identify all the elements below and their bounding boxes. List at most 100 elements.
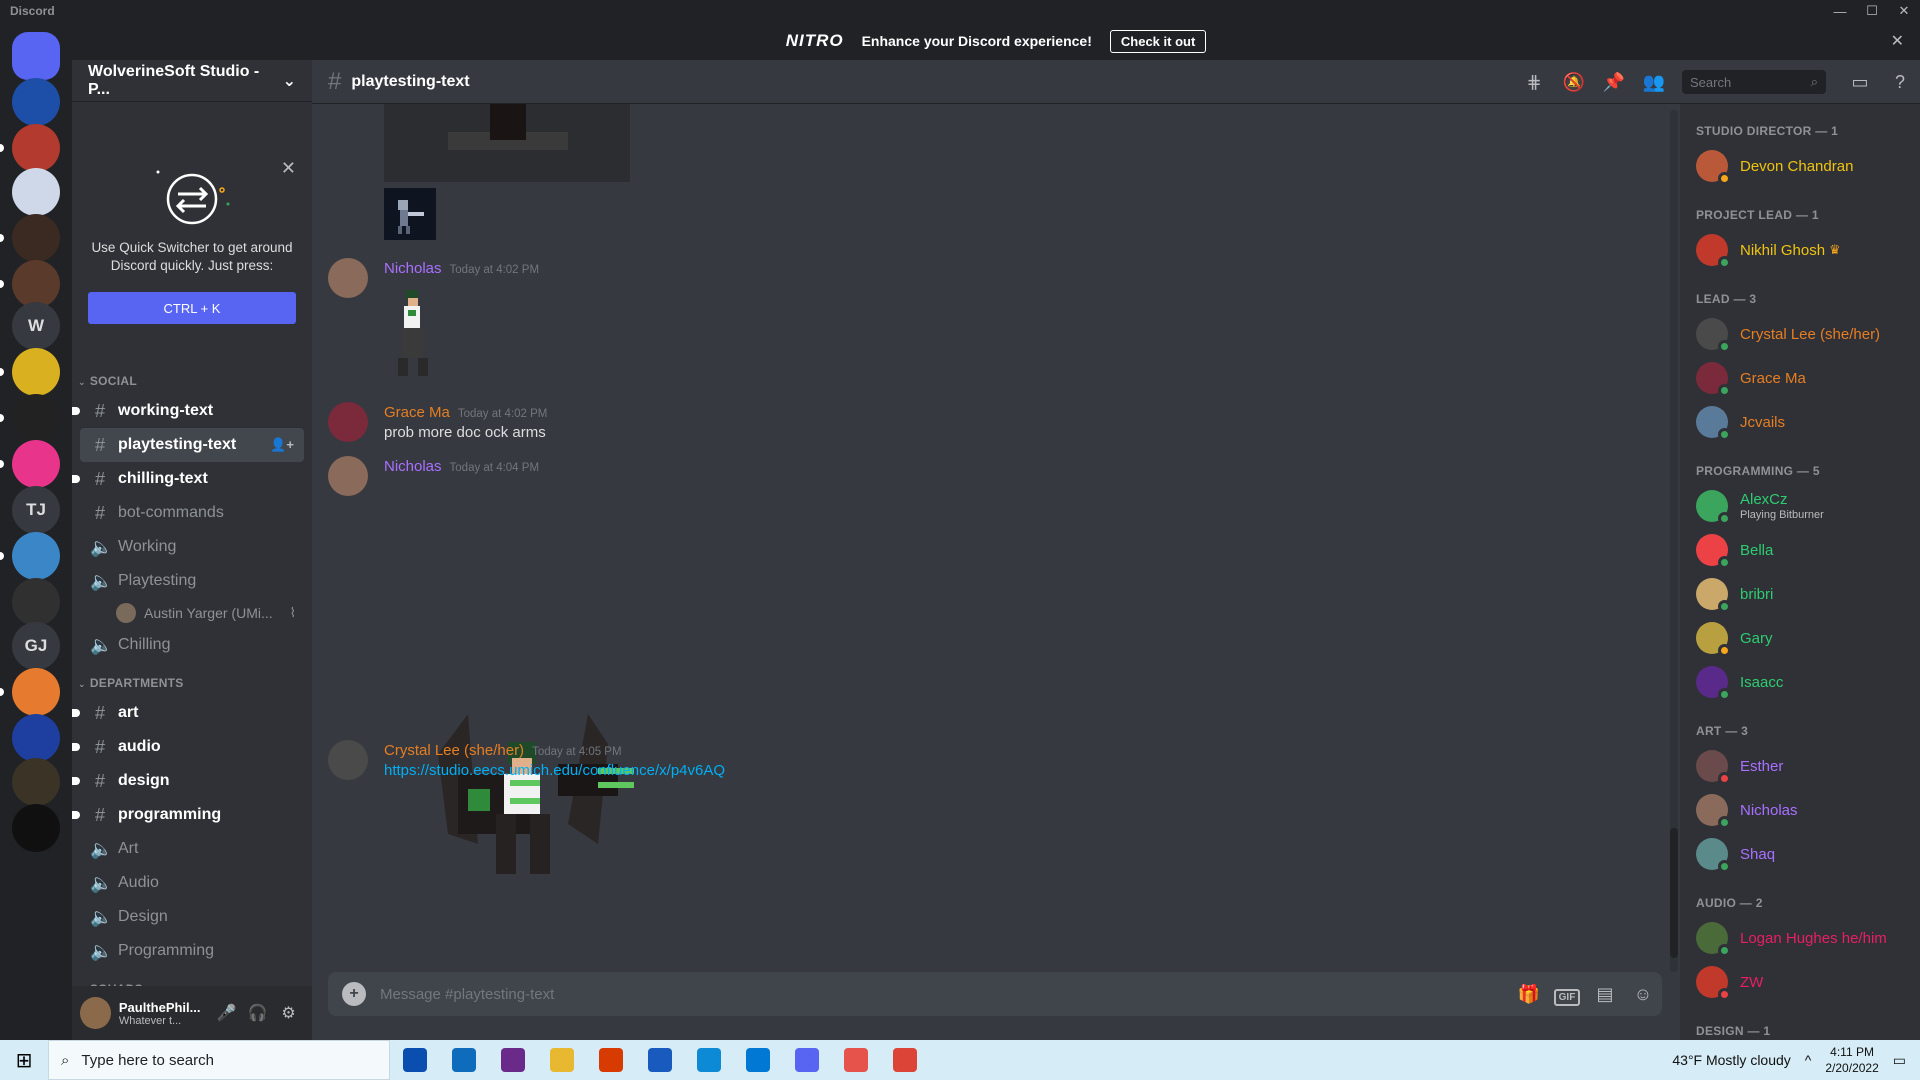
server-header[interactable]: WolverineSoft Studio - P... ⌄ (72, 60, 312, 102)
category-header[interactable]: ⌄ SOCIAL (72, 360, 312, 394)
maximize-button[interactable]: ☐ (1856, 0, 1888, 22)
message-author[interactable]: Crystal Lee (she/her) (384, 742, 524, 759)
close-tip-icon[interactable]: ✕ (281, 158, 296, 179)
inbox-icon[interactable]: ▭ (1840, 72, 1880, 93)
channel-item[interactable]: # programming (72, 798, 304, 832)
taskbar-app-explorer[interactable] (537, 1040, 586, 1080)
channel-item[interactable]: 🔈 Art (80, 832, 304, 866)
nitro-cta-button[interactable]: Check it out (1109, 29, 1207, 53)
attach-plus-icon[interactable]: + (342, 982, 366, 1006)
channel-item[interactable]: # working-text (72, 394, 304, 428)
notifications-icon[interactable]: ▭ (1893, 1052, 1906, 1069)
avatar[interactable] (328, 402, 368, 442)
invite-icon[interactable]: 👤+ (270, 437, 294, 453)
member-item[interactable]: Shaq (1680, 832, 1920, 876)
member-item[interactable]: Logan Hughes he/him (1680, 916, 1920, 960)
walking-character-sprite[interactable] (348, 288, 468, 384)
server-icon[interactable] (12, 394, 60, 442)
pin-icon[interactable]: 📌 (1594, 72, 1634, 93)
sticker-icon[interactable]: ▤ (1586, 984, 1624, 1005)
attachment-thumbnail[interactable] (384, 188, 436, 240)
taskbar-app-mail[interactable] (439, 1040, 488, 1080)
channel-item[interactable]: # bot-commands (80, 496, 304, 530)
character-with-mech-arms-sprite[interactable] (438, 714, 678, 890)
server-icon[interactable] (12, 440, 60, 488)
message-list[interactable]: Nicholas Today at 4:02 PM Grace Ma Today… (312, 104, 1670, 972)
minimize-button[interactable]: — (1824, 0, 1856, 22)
member-item[interactable]: AlexCz Playing Bitburner (1680, 484, 1920, 528)
server-icon[interactable] (12, 532, 60, 580)
member-item[interactable]: Jcvails (1680, 400, 1920, 444)
member-list-icon[interactable]: 👥 (1634, 72, 1674, 93)
notification-bell-icon[interactable]: 🔕 (1554, 72, 1594, 93)
server-icon[interactable] (12, 214, 60, 262)
weather-widget[interactable]: 43°F Mostly cloudy (1672, 1052, 1790, 1068)
taskbar-app-chrome[interactable] (880, 1040, 929, 1080)
chevron-up-icon[interactable]: ^ (1805, 1052, 1812, 1068)
member-item[interactable]: bribri (1680, 572, 1920, 616)
server-icon[interactable] (12, 714, 60, 762)
member-item[interactable]: Grace Ma (1680, 356, 1920, 400)
message-author[interactable]: Nicholas (384, 458, 442, 475)
attachment-image[interactable] (384, 104, 630, 182)
channel-item[interactable]: 🔈 Programming (80, 934, 304, 968)
member-item[interactable]: Bella (1680, 528, 1920, 572)
server-icon[interactable] (12, 668, 60, 716)
server-icon[interactable] (12, 260, 60, 308)
channel-item[interactable]: 🔈 Audio (80, 866, 304, 900)
channel-item[interactable]: 🔈 Working (80, 530, 304, 564)
server-icon[interactable] (12, 348, 60, 396)
channel-item[interactable]: # audio (72, 730, 304, 764)
channel-item[interactable]: 🔈 Playtesting (80, 564, 304, 598)
channel-item[interactable]: # chilling-text (72, 462, 304, 496)
member-item[interactable]: Gary (1680, 616, 1920, 660)
member-item[interactable]: Isaacc (1680, 660, 1920, 704)
member-item[interactable]: Devon Chandran (1680, 144, 1920, 188)
threads-icon[interactable]: ⋕ (1514, 72, 1554, 93)
taskbar-app-word[interactable] (635, 1040, 684, 1080)
search-input[interactable]: Search ⌕ (1682, 70, 1826, 94)
channel-item[interactable]: 🔈 Chilling (80, 628, 304, 662)
headphones-icon[interactable]: 🎧 (242, 997, 273, 1029)
server-icon[interactable] (12, 78, 60, 126)
message-input[interactable] (380, 985, 1510, 1003)
gift-icon[interactable]: 🎁 (1510, 984, 1548, 1005)
member-item[interactable]: Nicholas (1680, 788, 1920, 832)
avatar[interactable] (328, 740, 368, 780)
server-icon[interactable]: GJ (12, 622, 60, 670)
taskbar-app-obs[interactable] (488, 1040, 537, 1080)
nitro-close-icon[interactable]: ✕ (1891, 31, 1904, 51)
settings-gear-icon[interactable]: ⚙ (273, 997, 304, 1029)
taskbar-app-edge[interactable] (684, 1040, 733, 1080)
discord-home-icon[interactable] (12, 32, 60, 80)
channel-item[interactable]: # design (72, 764, 304, 798)
windows-start-icon[interactable]: ⊞ (0, 1048, 48, 1073)
voice-participant[interactable]: Austin Yarger (UMi... ⌇ (116, 598, 312, 628)
taskbar-app-office[interactable] (586, 1040, 635, 1080)
server-icon[interactable] (12, 804, 60, 852)
scrollbar-thumb[interactable] (1670, 828, 1678, 958)
channel-item[interactable]: 🔈 Design (80, 900, 304, 934)
server-icon[interactable]: W (12, 302, 60, 350)
category-header[interactable]: ⌄ DEPARTMENTS (72, 662, 312, 696)
member-item[interactable]: Esther (1680, 744, 1920, 788)
member-item[interactable]: Nikhil Ghosh ♛ (1680, 228, 1920, 272)
clock[interactable]: 4:11 PM 2/20/2022 (1825, 1044, 1878, 1076)
taskbar-app-vscode[interactable] (733, 1040, 782, 1080)
taskbar-app-itch[interactable] (831, 1040, 880, 1080)
message-link[interactable]: https://studio.eecs.umich.edu/confluence… (384, 762, 725, 779)
server-icon[interactable]: TJ (12, 486, 60, 534)
gif-picker-button[interactable]: GIF (1548, 984, 1586, 1006)
channel-item[interactable]: # art (72, 696, 304, 730)
member-item[interactable]: ZW (1680, 960, 1920, 1004)
member-item[interactable]: Crystal Lee (she/her) (1680, 312, 1920, 356)
message-author[interactable]: Nicholas (384, 260, 442, 277)
taskbar-app-store[interactable] (390, 1040, 439, 1080)
microphone-icon[interactable]: 🎤 (211, 997, 242, 1029)
message-author[interactable]: Grace Ma (384, 404, 450, 421)
server-icon[interactable] (12, 758, 60, 806)
server-icon[interactable] (12, 124, 60, 172)
close-window-button[interactable]: ✕ (1888, 0, 1920, 22)
avatar[interactable] (328, 456, 368, 496)
channel-item[interactable]: # playtesting-text 👤+ (80, 428, 304, 462)
